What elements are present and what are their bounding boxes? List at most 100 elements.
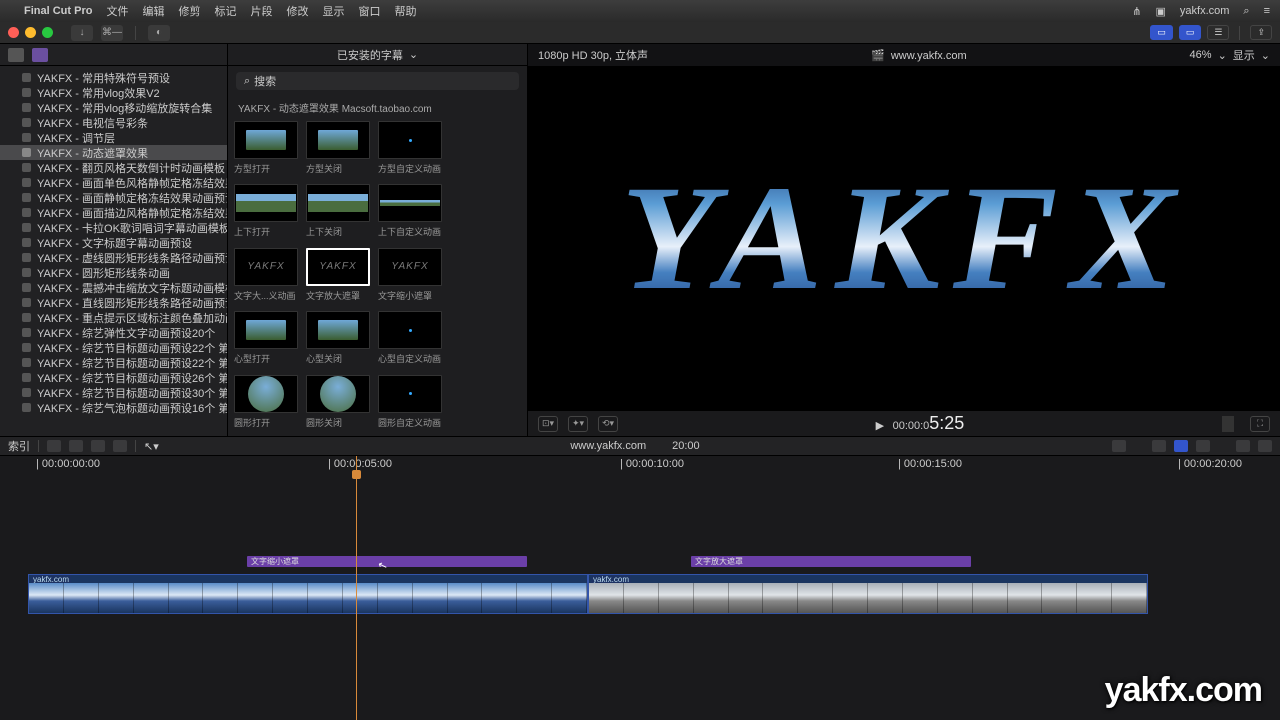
- sidebar-item[interactable]: YAKFX - 常用特殊符号预设: [0, 70, 227, 85]
- effect-tile[interactable]: 方型自定义动画: [378, 121, 450, 176]
- playhead[interactable]: [356, 456, 357, 720]
- keyword-button[interactable]: ⌘—: [101, 25, 123, 41]
- skimming-button[interactable]: [1112, 440, 1126, 452]
- control-center-icon[interactable]: ≡: [1264, 5, 1270, 17]
- menu-trim[interactable]: 修剪: [178, 3, 200, 19]
- project-name: www.yakfx.com: [891, 50, 967, 62]
- connect-clip-button[interactable]: [47, 440, 61, 452]
- sidebar-item[interactable]: YAKFX - 综艺节目标题动画预设30个 第二季: [0, 385, 227, 400]
- menu-window[interactable]: 窗口: [358, 3, 380, 19]
- timecode-display[interactable]: ▶ 00:00:05:25: [628, 413, 1212, 434]
- menu-help[interactable]: 帮助: [394, 3, 416, 19]
- zoom-dropdown-icon[interactable]: ⌄: [1218, 49, 1227, 62]
- fullscreen-button[interactable]: ⛶: [1250, 416, 1270, 432]
- effect-tile[interactable]: 方型打开: [234, 121, 306, 176]
- sidebar-item[interactable]: YAKFX - 画面单色风格静帧定格冻结效果: [0, 175, 227, 190]
- search-icon[interactable]: ⌕: [1243, 5, 1249, 18]
- sidebar-item[interactable]: YAKFX - 卡拉OK歌词唱词字幕动画模板: [0, 220, 227, 235]
- menu-clip[interactable]: 片段: [250, 3, 272, 19]
- effect-tile[interactable]: YAKFX文字缩小遮罩: [378, 248, 450, 303]
- scale-menu[interactable]: ⊡▾: [538, 416, 558, 432]
- effects-menu[interactable]: ✦▾: [568, 416, 588, 432]
- title-clip[interactable]: 文字放大遮罩: [691, 556, 971, 567]
- sidebar-item[interactable]: YAKFX - 综艺节目标题动画预设26个 第三季: [0, 370, 227, 385]
- sidebar-item[interactable]: YAKFX - 动态遮罩效果: [0, 145, 227, 160]
- menu-file[interactable]: 文件: [106, 3, 128, 19]
- sidebar-item-label: YAKFX - 翻页风格天数倒计时动画模板: [37, 160, 225, 175]
- titles-tab-icon[interactable]: [32, 48, 48, 62]
- menubar-app-icon[interactable]: ▣: [1155, 5, 1165, 18]
- append-clip-button[interactable]: [91, 440, 105, 452]
- view-menu[interactable]: 显示: [1233, 47, 1255, 63]
- tool-select[interactable]: ↖▾: [144, 440, 158, 452]
- menu-modify[interactable]: 修改: [286, 3, 308, 19]
- snap-button[interactable]: [1196, 440, 1210, 452]
- sidebar-item[interactable]: YAKFX - 综艺弹性文字动画预设20个: [0, 325, 227, 340]
- close-window[interactable]: [8, 27, 19, 38]
- effect-tile[interactable]: 圆形自定义动画: [378, 375, 450, 430]
- effect-tile[interactable]: 心型打开: [234, 311, 306, 366]
- sidebar-item[interactable]: YAKFX - 文字标题字幕动画预设: [0, 235, 227, 250]
- effect-tile[interactable]: 心型自定义动画: [378, 311, 450, 366]
- play-icon[interactable]: ▶: [876, 420, 884, 432]
- index-button[interactable]: 索引: [8, 438, 30, 454]
- share-button[interactable]: ⇪: [1250, 25, 1272, 40]
- timeline-ruler[interactable]: | 00:00:00:00| 00:00:05:00| 00:00:10:00|…: [28, 456, 1280, 472]
- menu-mark[interactable]: 标记: [214, 3, 236, 19]
- video-clip[interactable]: yakfx.com: [28, 574, 588, 614]
- effect-tile[interactable]: 圆形打开: [234, 375, 306, 430]
- sidebar-item[interactable]: YAKFX - 综艺气泡标题动画预设16个 第十季: [0, 400, 227, 415]
- sidebar-item[interactable]: YAKFX - 调节层: [0, 130, 227, 145]
- sidebar-item[interactable]: YAKFX - 虚线圆形矩形线条路径动画预设: [0, 250, 227, 265]
- view-dropdown-icon[interactable]: ⌄: [1261, 49, 1270, 62]
- sidebar-item[interactable]: YAKFX - 画面静帧定格冻结效果动画预设: [0, 190, 227, 205]
- clip-appearance-button[interactable]: [1236, 440, 1250, 452]
- background-tasks-button[interactable]: ◐: [148, 25, 170, 41]
- sidebar-item[interactable]: YAKFX - 震撼冲击缩放文字标题动画模板: [0, 280, 227, 295]
- menu-edit[interactable]: 编辑: [142, 3, 164, 19]
- sidebar-item[interactable]: YAKFX - 直线圆形矩形线条路径动画预设: [0, 295, 227, 310]
- folder-icon: [22, 133, 31, 142]
- search-field[interactable]: ⌕ 搜索: [236, 72, 519, 90]
- menu-view[interactable]: 显示: [322, 3, 344, 19]
- zoom-value[interactable]: 46%: [1190, 49, 1212, 61]
- effect-tile[interactable]: 方型关闭: [306, 121, 378, 176]
- timeline[interactable]: | 00:00:00:00| 00:00:05:00| 00:00:10:00|…: [0, 456, 1280, 720]
- sidebar-item[interactable]: YAKFX - 综艺节目标题动画预设22个 第四季: [0, 340, 227, 355]
- effect-label: 文字大...义动画: [234, 289, 298, 302]
- effect-tile[interactable]: 心型关闭: [306, 311, 378, 366]
- minimize-window[interactable]: [25, 27, 36, 38]
- effect-tile[interactable]: 上下关闭: [306, 184, 378, 239]
- library-tab-icon[interactable]: [8, 48, 24, 62]
- app-name[interactable]: Final Cut Pro: [24, 5, 92, 17]
- sidebar-item[interactable]: YAKFX - 翻页风格天数倒计时动画模板: [0, 160, 227, 175]
- import-button[interactable]: ↓: [71, 25, 93, 41]
- sidebar-item[interactable]: YAKFX - 常用vlog效果V2: [0, 85, 227, 100]
- wifi-icon[interactable]: ⋔: [1132, 5, 1141, 18]
- sidebar-item[interactable]: YAKFX - 综艺节目标题动画预设22个 第一季: [0, 355, 227, 370]
- sidebar-item[interactable]: YAKFX - 常用vlog移动缩放旋转合集: [0, 100, 227, 115]
- overwrite-clip-button[interactable]: [113, 440, 127, 452]
- sidebar-item[interactable]: YAKFX - 圆形矩形线条动画: [0, 265, 227, 280]
- effect-tile[interactable]: YAKFX文字大...义动画: [234, 248, 306, 303]
- effect-tile[interactable]: 圆形关闭: [306, 375, 378, 430]
- effect-tile[interactable]: YAKFX文字放大遮罩: [306, 248, 378, 303]
- sidebar-item[interactable]: YAKFX - 电视信号彩条: [0, 115, 227, 130]
- sidebar-item[interactable]: YAKFX - 重点提示区域标注颜色叠加动画预设: [0, 310, 227, 325]
- video-clip[interactable]: yakfx.com: [588, 574, 1148, 614]
- retime-menu[interactable]: ⟲▾: [598, 416, 618, 432]
- effect-tile[interactable]: 上下自定义动画: [378, 184, 450, 239]
- insert-clip-button[interactable]: [69, 440, 83, 452]
- fullscreen-window[interactable]: [42, 27, 53, 38]
- inspector-toggle[interactable]: ☰: [1207, 25, 1229, 40]
- browser-toggle[interactable]: ▭: [1150, 25, 1173, 40]
- timeline-zoom-button[interactable]: [1258, 440, 1272, 452]
- audio-skim-button[interactable]: [1152, 440, 1166, 452]
- sidebar-item[interactable]: YAKFX - 画面描边风格静帧定格冻结效果: [0, 205, 227, 220]
- effect-tile[interactable]: 上下打开: [234, 184, 306, 239]
- dropdown-icon[interactable]: ⌄: [409, 48, 418, 61]
- solo-button[interactable]: [1174, 440, 1188, 452]
- timeline-toggle[interactable]: ▭: [1179, 25, 1202, 40]
- primary-storyline[interactable]: yakfx.comyakfx.com: [28, 574, 1148, 614]
- viewer-canvas[interactable]: YAKFX: [528, 66, 1280, 410]
